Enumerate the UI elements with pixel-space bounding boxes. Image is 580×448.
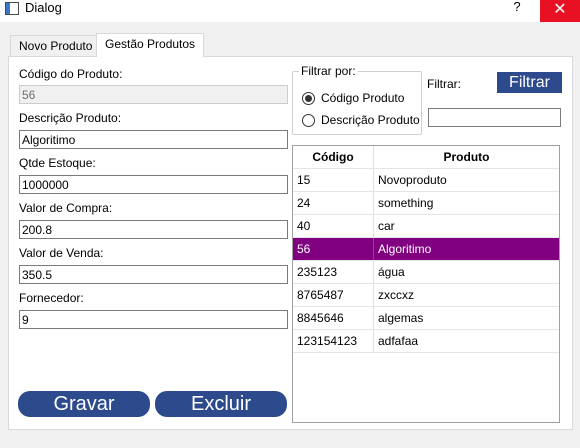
cell-produto: Algoritimo — [378, 242, 432, 256]
cell-codigo: 56 — [293, 238, 374, 260]
cell-codigo: 8845646 — [293, 307, 374, 329]
cell-produto: car — [378, 219, 395, 233]
cell-produto: zxccxz — [378, 288, 414, 302]
cell-produto: água — [378, 265, 405, 279]
filtrar-label: Filtrar: — [427, 77, 461, 91]
fornecedor-label: Fornecedor: — [19, 291, 84, 305]
descricao-field[interactable] — [19, 130, 288, 149]
window-app-icon — [5, 2, 19, 15]
codigo-label: Código do Produto: — [19, 67, 123, 81]
column-header-codigo[interactable]: Código — [293, 146, 374, 168]
table-row[interactable]: 8845646 algemas — [293, 307, 559, 330]
cell-produto: something — [378, 196, 434, 210]
tab-novo-produto[interactable]: Novo Produto — [10, 35, 102, 56]
close-button[interactable]: ✕ — [540, 0, 580, 22]
valor-venda-field[interactable] — [19, 265, 288, 284]
excluir-button[interactable]: Excluir — [155, 391, 287, 417]
window-title: Dialog — [25, 0, 62, 15]
filter-group-title: Filtrar por: — [299, 64, 358, 78]
table-row[interactable]: 123154123 adfafaa — [293, 330, 559, 353]
radio-descricao-label: Descrição Produto — [321, 113, 420, 127]
filter-groupbox: Filtrar por: Código Produto Descrição Pr… — [292, 64, 422, 135]
filtrar-button[interactable]: Filtrar — [497, 72, 562, 93]
cell-codigo: 235123 — [293, 261, 374, 283]
table-row[interactable]: 235123 água — [293, 261, 559, 284]
table-row[interactable]: 8765487 zxccxz — [293, 284, 559, 307]
estoque-label: Qtde Estoque: — [19, 156, 96, 170]
table-row[interactable]: 24 something — [293, 192, 559, 215]
valor-venda-label: Valor de Venda: — [19, 246, 104, 260]
radio-codigo-label: Código Produto — [321, 91, 405, 105]
cell-codigo: 123154123 — [293, 330, 374, 352]
cell-codigo: 15 — [293, 169, 374, 191]
cell-codigo: 24 — [293, 192, 374, 214]
table-row[interactable]: 15 Novoproduto — [293, 169, 559, 192]
cell-codigo: 8765487 — [293, 284, 374, 306]
column-header-produto[interactable]: Produto — [374, 146, 559, 168]
valor-compra-field[interactable] — [19, 220, 288, 239]
cell-produto: algemas — [378, 311, 424, 325]
table-row[interactable]: 40 car — [293, 215, 559, 238]
radio-codigo-indicator[interactable] — [302, 91, 315, 105]
cell-produto: Novoproduto — [378, 173, 447, 187]
radio-descricao-indicator[interactable] — [302, 113, 315, 127]
cell-produto: adfafaa — [378, 334, 419, 348]
tab-pane-gestao-produtos: Código do Produto: Descrição Produto: Qt… — [8, 56, 573, 430]
table-row-selected[interactable]: 56 Algoritimo — [293, 238, 559, 261]
radio-descricao-produto[interactable]: Descrição Produto — [302, 112, 420, 128]
radio-codigo-produto[interactable]: Código Produto — [302, 90, 404, 106]
cell-codigo: 40 — [293, 215, 374, 237]
fornecedor-field[interactable] — [19, 310, 288, 329]
help-button[interactable]: ? — [506, 0, 528, 16]
filtrar-input[interactable] — [428, 108, 561, 127]
codigo-field[interactable] — [19, 85, 288, 104]
title-bar: Dialog ? ✕ — [0, 0, 580, 22]
gravar-button[interactable]: Gravar — [18, 391, 150, 417]
table-header: Código Produto — [293, 146, 559, 169]
products-table[interactable]: Código Produto 15 Novoproduto 24 somethi… — [292, 145, 560, 423]
tab-gestao-produtos[interactable]: Gestão Produtos — [96, 33, 205, 57]
valor-compra-label: Valor de Compra: — [19, 201, 113, 215]
estoque-field[interactable] — [19, 175, 288, 194]
descricao-label: Descrição Produto: — [19, 111, 122, 125]
